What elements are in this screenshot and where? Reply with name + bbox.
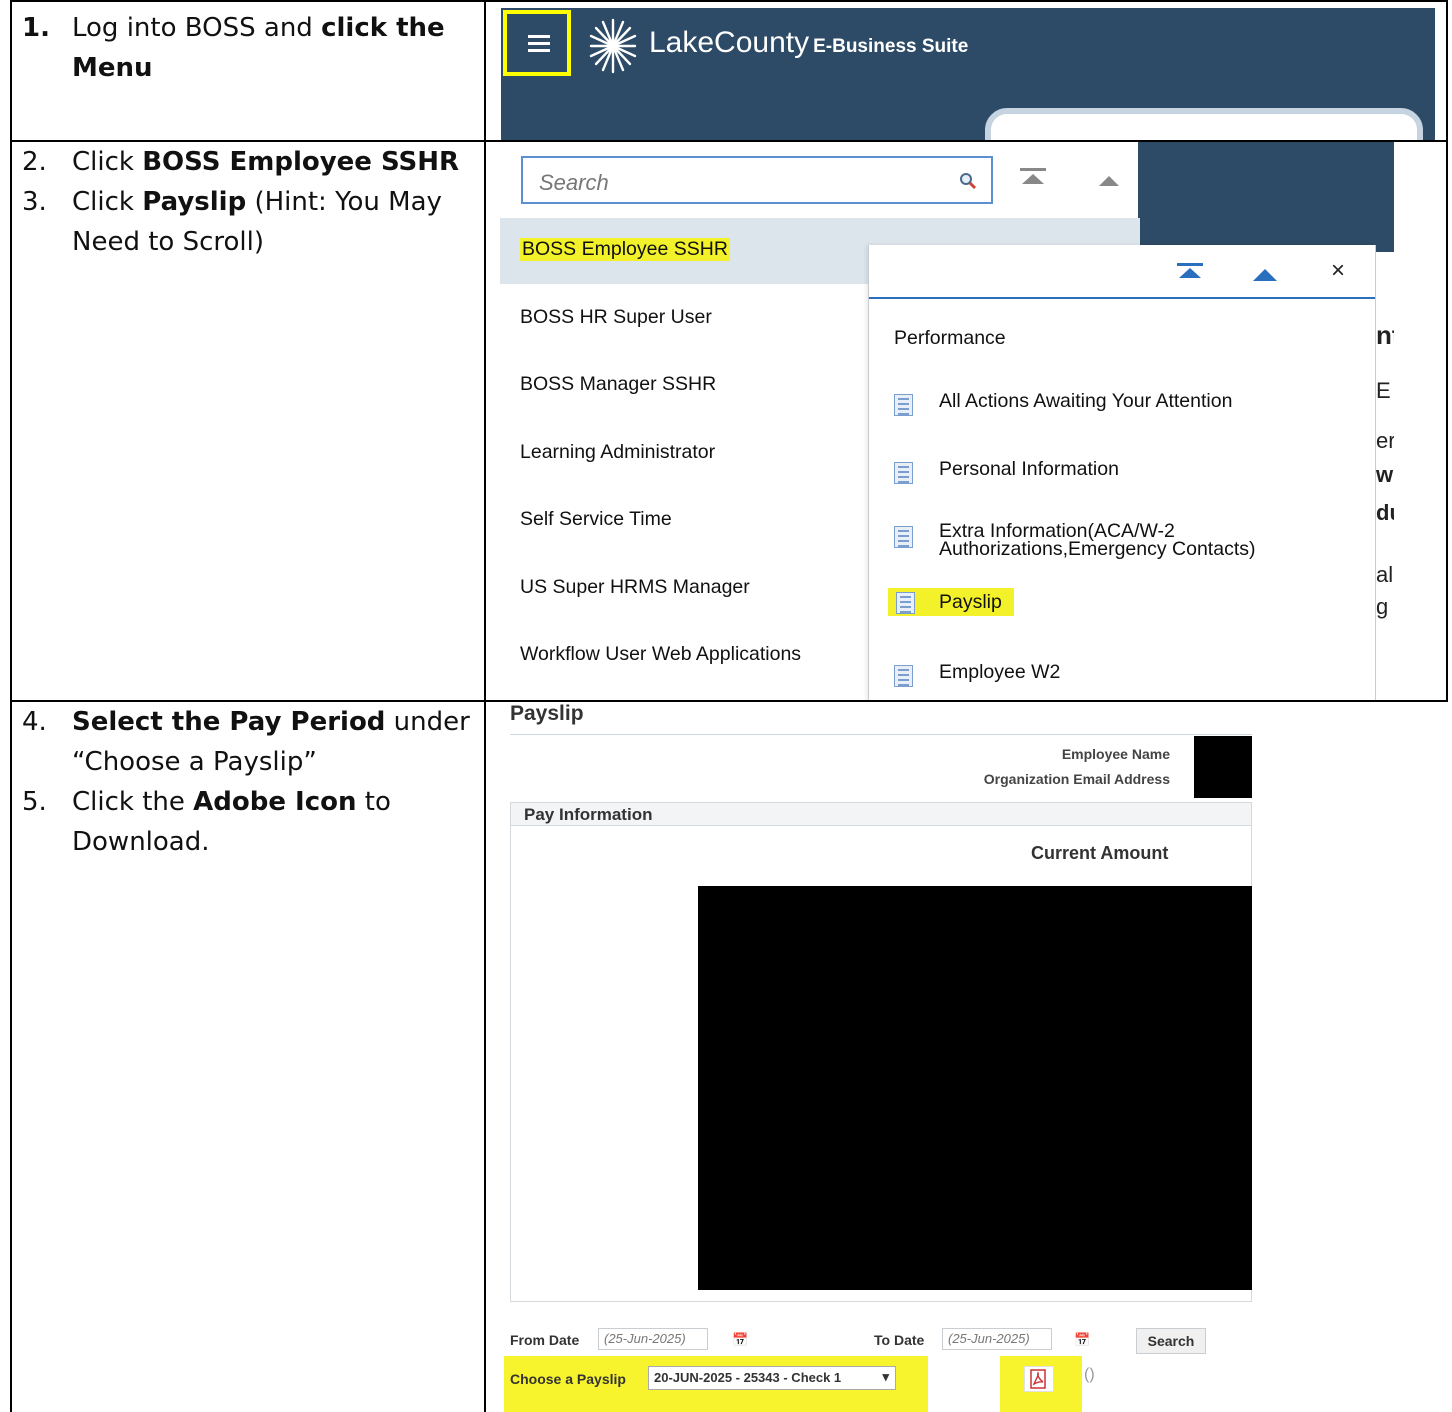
search-icon[interactable] (959, 172, 977, 190)
to-date-label: To Date (874, 1332, 925, 1348)
hamburger-menu-icon[interactable] (528, 35, 550, 53)
scroll-up-icon[interactable] (1098, 174, 1120, 188)
pay-information-header: Pay Information (510, 802, 1252, 826)
flyout-toolbar: × (869, 245, 1375, 299)
adobe-pdf-icon[interactable] (1024, 1366, 1054, 1392)
menu-item-label: Personal Information (939, 458, 1119, 480)
table-left-border (10, 0, 12, 1412)
home-panel (985, 108, 1423, 140)
brand-title: LakeCounty E-Business Suite (649, 26, 968, 60)
step-text: Click (72, 147, 143, 177)
step-1: 1. Log into BOSS and click the Menu (22, 8, 472, 88)
step-text: Log into BOSS and (72, 13, 322, 43)
brand-name: LakeCounty (649, 26, 810, 59)
step-emphasis: BOSS Employee SSHR (142, 147, 460, 177)
step-emphasis: Select the Pay Period (72, 707, 386, 737)
edge-text: g (1376, 594, 1389, 619)
edge-text: w (1376, 462, 1394, 487)
edge-text: ali (1376, 562, 1394, 587)
step-4-5: 4. Select the Pay Period under “Choose a… (22, 702, 472, 862)
calendar-icon[interactable]: 📅 (1074, 1332, 1090, 1348)
document-icon (894, 394, 913, 416)
selected-payslip: 20-JUN-2025 - 25343 - Check 1 (654, 1370, 842, 1385)
search-input[interactable]: Search (521, 156, 993, 204)
nav-item-label: US Super HRMS Manager (520, 576, 750, 598)
ebs-header-screenshot: LakeCounty E-Business Suite (501, 8, 1435, 140)
edge-text: du (1376, 500, 1394, 525)
nav-item-label: Self Service Time (520, 508, 672, 530)
search-button[interactable]: Search (1136, 1328, 1206, 1354)
from-date-input[interactable]: (25-Jun-2025) (598, 1328, 708, 1350)
payslip-screenshot: Payslip Employee Name Organization Email… (500, 702, 1252, 1412)
from-date-label: From Date (510, 1332, 580, 1348)
pdf-glyph-icon (1030, 1369, 1046, 1389)
table-top-border (10, 0, 1448, 2)
document-icon (896, 592, 915, 614)
close-icon[interactable]: × (1331, 257, 1345, 285)
nav-item-label: BOSS Employee SSHR (520, 238, 730, 261)
table-middle-border (484, 0, 486, 1412)
flyout-heading: Performance (894, 327, 1006, 349)
table-right-border (1446, 0, 1448, 702)
step-number: 3. (22, 187, 47, 217)
menu-item-label: All Actions Awaiting Your Attention (939, 390, 1233, 412)
nav-item-label: BOSS HR Super User (520, 306, 712, 328)
document-icon (894, 665, 913, 687)
redacted-employee-info (1194, 736, 1252, 798)
navigator-screenshot: Search BOSS Employee SSHR BOSS HR Super … (500, 142, 1394, 700)
step-number: 2. (22, 147, 47, 177)
pay-information-title: Pay Information (524, 805, 653, 824)
menu-item-label: Payslip (939, 591, 1002, 613)
step-number: 1. (22, 13, 50, 43)
redacted-pay-details (698, 886, 1252, 1290)
payslip-select[interactable]: 20-JUN-2025 - 25343 - Check 1 ▾ (648, 1366, 896, 1390)
step-text: Click the (72, 787, 194, 817)
choose-payslip-label: Choose a Payslip (510, 1371, 626, 1387)
scroll-up-icon[interactable] (1253, 269, 1277, 281)
menu-item-label: Authorizations,Emergency Contacts) (939, 538, 1256, 560)
step-text: Click (72, 187, 143, 217)
calendar-icon[interactable]: 📅 (732, 1332, 748, 1348)
employee-name-label: Employee Name (1061, 746, 1170, 762)
scroll-top-icon[interactable] (1177, 263, 1203, 281)
search-placeholder: Search (539, 170, 609, 195)
nav-item-label: Learning Administrator (520, 441, 716, 463)
brand-suite: E-Business Suite (813, 36, 969, 57)
step-emphasis: Payslip (142, 187, 247, 217)
submenu-flyout: × Performance All Actions Awaiting Your … (868, 245, 1376, 700)
edge-text: er (1376, 428, 1394, 453)
current-amount-header: Current Amount (1031, 843, 1169, 863)
step-number: 5. (22, 787, 47, 817)
edge-text: nt (1376, 320, 1394, 350)
edge-text: E (1376, 378, 1391, 403)
step-number: 4. (22, 707, 47, 737)
to-date-input[interactable]: (25-Jun-2025) (942, 1328, 1052, 1350)
chevron-down-icon: ▾ (882, 1369, 889, 1384)
header-background (1138, 142, 1394, 252)
menu-item-label: Employee W2 (939, 661, 1061, 683)
page-title: Payslip (510, 702, 584, 725)
nav-item-label: Workflow User Web Applications (520, 643, 802, 665)
org-email-label: Organization Email Address (983, 771, 1170, 787)
lake-county-logo-icon (589, 18, 637, 74)
document-icon (894, 462, 913, 484)
step-emphasis: Adobe Icon (193, 787, 357, 817)
info-icon: () (1084, 1366, 1095, 1383)
scroll-top-icon[interactable] (1020, 168, 1046, 188)
title-divider (510, 734, 1252, 735)
document-icon (894, 526, 913, 548)
step-2-3: 2. Click BOSS Employee SSHR 3. Click Pay… (22, 142, 472, 262)
nav-item-label: BOSS Manager SSHR (520, 373, 717, 395)
